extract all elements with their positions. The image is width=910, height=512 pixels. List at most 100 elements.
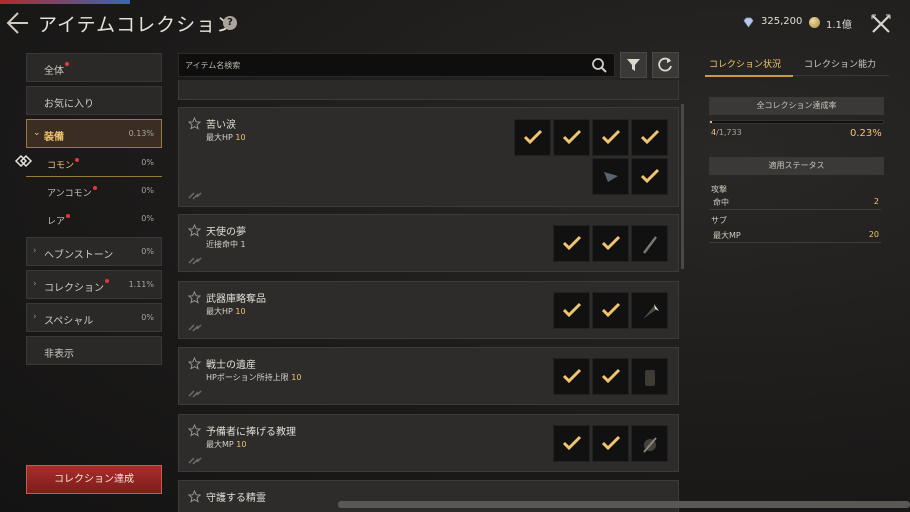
sidebar-item-equipment[interactable]: ⌄ 装備 0.13% <box>26 119 162 148</box>
search-icon[interactable] <box>591 57 608 74</box>
material-slot[interactable] <box>631 292 668 329</box>
sidebar-item-hidden[interactable]: 非表示 <box>26 336 162 365</box>
collection-item[interactable]: 武器庫略奪品 最大HP 10 <box>178 281 679 339</box>
sidebar-subitem-percent: 0% <box>141 186 154 195</box>
list-scrollbar[interactable] <box>681 104 684 269</box>
new-badge <box>105 279 109 283</box>
sidebar-item-label: お気に入り <box>44 99 94 110</box>
link-icon <box>188 324 202 332</box>
sidebar-item-percent: 0.13% <box>128 129 154 138</box>
material-slot-completed[interactable] <box>592 119 629 156</box>
gold-coin-icon <box>809 17 820 28</box>
stat-group-sub: サブ <box>711 216 727 225</box>
material-slot-completed[interactable] <box>514 119 551 156</box>
checkmark-icon <box>640 168 660 184</box>
filter-icon <box>627 59 640 71</box>
checkmark-icon <box>562 235 582 251</box>
chevron-right-icon: › <box>33 312 37 322</box>
tab-collection-ability[interactable]: コレクション能力 <box>804 57 876 70</box>
material-slot-completed[interactable] <box>631 158 668 195</box>
favorite-star-icon[interactable] <box>188 117 201 130</box>
sidebar-item-percent: 0% <box>141 247 154 256</box>
collection-item[interactable]: 天使の夢 近接命中 1 <box>178 214 679 272</box>
stat-row-maxmp: 最大MP 20 <box>709 230 881 243</box>
item-stat-value: 1 <box>240 240 246 249</box>
sidebar-item-label: 非表示 <box>44 349 74 360</box>
material-slot-completed[interactable] <box>592 358 629 395</box>
material-slot-completed[interactable] <box>592 425 629 462</box>
close-button[interactable] <box>870 13 892 35</box>
sidebar-item-percent: 1.11% <box>128 280 154 289</box>
collection-item[interactable]: 戦士の遺産 HPポーション所持上限 10 <box>178 347 679 405</box>
stat-value: 2 <box>873 197 879 206</box>
achieve-rate-header: 全コレクション達成率 <box>709 97 884 115</box>
sidebar-item-label: コレクション <box>44 283 104 294</box>
sidebar-subitem-label: アンコモン <box>47 189 92 199</box>
sidebar-item-all[interactable]: 全体 <box>26 53 162 82</box>
material-slot-completed[interactable] <box>631 119 668 156</box>
material-slot-completed[interactable] <box>553 119 590 156</box>
favorite-star-icon[interactable] <box>188 490 201 503</box>
checkmark-icon <box>562 302 582 318</box>
material-slot-completed[interactable] <box>553 425 590 462</box>
material-slot-completed[interactable] <box>553 292 590 329</box>
checkmark-icon <box>601 435 621 451</box>
material-slot[interactable] <box>631 425 668 462</box>
sidebar-subitem-common[interactable]: コモン 0% <box>26 149 162 177</box>
diamond-currency-icon <box>743 17 754 28</box>
stat-label: 命中 <box>713 198 729 207</box>
item-stat-value: 10 <box>235 307 246 316</box>
material-slot-completed[interactable] <box>553 225 590 262</box>
favorite-star-icon[interactable] <box>188 357 201 370</box>
stat-group-attack: 攻撃 <box>711 185 727 194</box>
collection-achieve-button[interactable]: コレクション達成 <box>26 465 162 494</box>
chevron-right-icon: › <box>33 279 37 289</box>
chevron-down-icon: ⌄ <box>33 128 41 138</box>
sidebar-subitem-rare[interactable]: レア 0% <box>26 205 162 233</box>
sidebar-item-special[interactable]: › スペシャル 0% <box>26 303 162 332</box>
sidebar-item-label: 装備 <box>44 132 64 143</box>
item-stat-label: 近接命中 <box>206 240 238 249</box>
material-slot-completed[interactable] <box>553 358 590 395</box>
collection-item[interactable]: 苦い涙 最大HP 10 <box>178 107 679 207</box>
filter-button[interactable] <box>620 52 647 78</box>
item-name: 天使の夢 <box>206 227 246 238</box>
checkmark-icon <box>601 235 621 251</box>
favorite-star-icon[interactable] <box>188 424 201 437</box>
tab-collection-status[interactable]: コレクション状況 <box>709 57 781 70</box>
material-slot[interactable] <box>592 158 629 195</box>
item-stat-label: 最大MP <box>206 440 234 449</box>
search-input[interactable] <box>185 57 580 73</box>
collection-item[interactable]: 予備者に捧げる教理 最大MP 10 <box>178 414 679 472</box>
list-item-clipped <box>178 80 679 100</box>
help-icon[interactable]: ? <box>223 16 237 30</box>
tab-divider <box>793 75 889 76</box>
sidebar-item-label: 全体 <box>44 66 64 77</box>
checkmark-icon <box>562 435 582 451</box>
material-slot-completed[interactable] <box>592 225 629 262</box>
back-button[interactable] <box>6 11 30 35</box>
blade-item-icon <box>643 304 659 319</box>
progress-percent: 0.23% <box>850 128 882 139</box>
app-root: アイテムコレクション ? 325,200 1.1億 全体 お気に入り ⌄ 装備 … <box>0 0 910 512</box>
favorite-star-icon[interactable] <box>188 291 201 304</box>
chevron-right-icon: › <box>33 246 37 256</box>
favorite-star-icon[interactable] <box>188 224 201 237</box>
material-slot-completed[interactable] <box>592 292 629 329</box>
sidebar-item-favorites[interactable]: お気に入り <box>26 86 162 115</box>
link-icon <box>188 457 202 465</box>
checkmark-icon <box>523 129 543 145</box>
refresh-button[interactable] <box>652 52 679 78</box>
material-slot[interactable] <box>631 358 668 395</box>
sidebar-item-heavenstone[interactable]: › ヘブンストーン 0% <box>26 237 162 266</box>
new-badge <box>92 186 97 190</box>
sidebar-item-label: スペシャル <box>44 316 94 327</box>
sidebar-item-collection[interactable]: › コレクション 1.11% <box>26 270 162 299</box>
active-tab-indicator <box>705 75 793 77</box>
sidebar-subitem-uncommon[interactable]: アンコモン 0% <box>26 177 162 205</box>
material-slot[interactable] <box>631 225 668 262</box>
achieve-progress-bar <box>709 120 884 124</box>
horizontal-scrollbar[interactable] <box>338 501 910 508</box>
page-title: アイテムコレクション <box>38 14 237 36</box>
sidebar-item-percent: 0% <box>141 313 154 322</box>
